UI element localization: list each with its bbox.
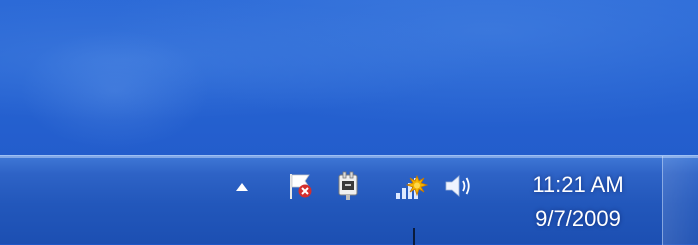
action-center-button[interactable]	[284, 172, 316, 204]
taskbar: 11:21 AM 9/7/2009	[0, 155, 698, 245]
network-icon	[393, 169, 429, 208]
notification-area: 11:21 AM 9/7/2009	[0, 156, 698, 245]
show-hidden-icons-button[interactable]	[232, 178, 252, 198]
speaker-icon	[442, 171, 474, 206]
volume-button[interactable]	[441, 172, 475, 204]
clock-button[interactable]: 11:21 AM 9/7/2009	[508, 162, 648, 238]
pointer-indicator-line	[413, 228, 415, 245]
power-options-button[interactable]	[332, 171, 364, 206]
power-plug-icon	[333, 171, 363, 206]
clock-time: 11:21 AM	[532, 172, 624, 197]
desktop-wallpaper-glow	[20, 30, 210, 150]
chevron-up-icon	[235, 179, 249, 197]
show-desktop-button[interactable]	[662, 156, 698, 245]
action-center-flag-icon	[285, 171, 315, 206]
desktop-background	[0, 0, 698, 155]
clock-date: 9/7/2009	[535, 206, 621, 231]
network-button[interactable]	[392, 170, 430, 206]
